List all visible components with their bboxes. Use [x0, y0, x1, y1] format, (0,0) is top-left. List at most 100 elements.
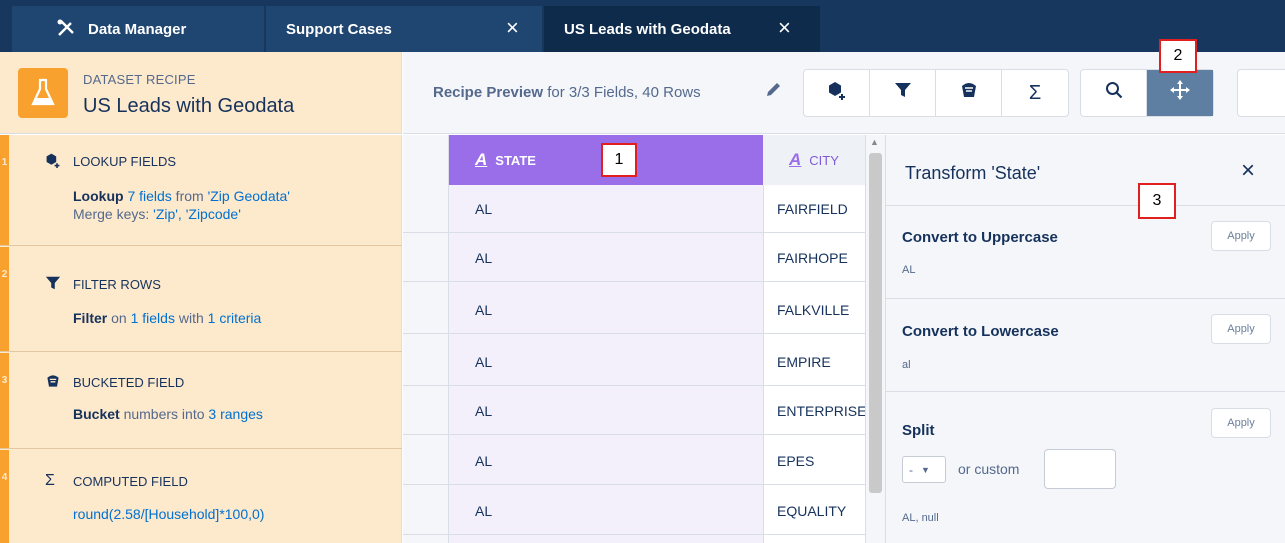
bucket-icon [959, 80, 979, 106]
sigma-icon: Σ [45, 472, 55, 489]
table-row[interactable]: AL EPES [403, 437, 865, 485]
sigma-icon: Σ [1028, 81, 1042, 104]
table-row[interactable]: AL FALKVILLE [403, 286, 865, 334]
divider [886, 391, 1285, 392]
recipe-preview-label: Recipe Preview for 3/3 Fields, 40 Rows [433, 84, 701, 101]
step-lookup-fields[interactable]: 1 LOOKUP FIELDS Lookup 7 fields from 'Zi… [0, 135, 402, 246]
step-merge-keys: Merge keys: 'Zip', 'Zipcode' [73, 206, 241, 222]
lowercase-example: al [902, 359, 911, 371]
recipe-toolbar: Recipe Preview for 3/3 Fields, 40 Rows Σ [403, 52, 1285, 134]
step-title: COMPUTED FIELD [73, 474, 188, 489]
cell-city: EQUALITY [777, 503, 847, 519]
pencil-icon[interactable] [765, 80, 783, 103]
recipe-header: DATASET RECIPE US Leads with Geodata [0, 52, 402, 134]
callout-marker: 2 [1159, 39, 1197, 73]
table-row[interactable]: AL EQUALITY [403, 487, 865, 535]
transform-tools-group: Σ [803, 69, 1069, 117]
lookup-icon [45, 152, 61, 171]
step-title: FILTER ROWS [73, 277, 161, 292]
transform-panel: Transform 'State' × Convert to Uppercase… [885, 135, 1285, 543]
scroll-up-icon[interactable]: ▲ [870, 137, 879, 147]
text-type-icon: A [789, 150, 802, 169]
close-icon[interactable]: × [1241, 157, 1255, 185]
cell-city: EPES [777, 453, 815, 469]
cell-city: EMPIRE [777, 354, 831, 370]
table-row[interactable]: AL FAIRFIELD [403, 185, 865, 233]
chevron-down-icon: ▼ [921, 464, 930, 475]
step-bucketed-field[interactable]: 3 BUCKETED FIELD Bucket numbers into 3 r… [0, 353, 402, 449]
transform-panel-title: Transform 'State' [905, 163, 1041, 183]
cell-city: FALKVILLE [777, 302, 850, 318]
step-number: 4 [0, 450, 9, 543]
lowercase-label: Convert to Lowercase [902, 323, 1059, 340]
cell-city: FAIRFIELD [777, 201, 848, 217]
cell-city: FAIRHOPE [777, 250, 848, 266]
table-row[interactable]: AL ENTERPRISE [403, 387, 865, 435]
filter-icon [45, 275, 61, 294]
cell-city: ENTERPRISE [777, 403, 865, 419]
apply-uppercase-button[interactable]: Apply [1211, 221, 1271, 251]
tab-label: Support Cases [286, 20, 392, 38]
split-delimiter-select[interactable]: - ▼ [902, 456, 946, 483]
flask-icon [18, 68, 68, 118]
tab-support-cases[interactable]: Support Cases × [266, 6, 542, 52]
scroll-thumb[interactable] [869, 153, 882, 493]
uppercase-label: Convert to Uppercase [902, 229, 1058, 246]
callout-marker: 3 [1138, 183, 1176, 219]
step-description: Bucket numbers into 3 ranges [73, 406, 263, 422]
grid-scrollbar[interactable]: ▲ [865, 135, 885, 543]
or-custom-label: or custom [958, 461, 1020, 477]
recipe-kind-label: DATASET RECIPE [83, 72, 196, 87]
tools-icon [56, 18, 76, 44]
table-row[interactable]: AL EMPIRE [403, 338, 865, 386]
close-icon[interactable]: × [506, 15, 519, 41]
divider [886, 205, 1285, 206]
step-formula: round(2.58/[Household]*100,0) [73, 506, 265, 522]
extra-tools-group[interactable] [1237, 69, 1285, 117]
close-icon[interactable]: × [778, 15, 791, 41]
uppercase-example: AL [902, 264, 916, 276]
step-description: Lookup 7 fields from 'Zip Geodata' [73, 188, 290, 204]
cell-state: AL [475, 201, 493, 217]
tab-label: US Leads with Geodata [564, 20, 731, 38]
split-example: AL, null [902, 512, 939, 524]
step-number: 1 [0, 135, 9, 245]
table-row[interactable]: AL FAIRHOPE [403, 234, 865, 282]
step-filter-rows[interactable]: 2 FILTER ROWS Filter on 1 fields with 1 … [0, 247, 402, 352]
cell-state: AL [475, 503, 493, 519]
step-computed-field[interactable]: 4 Σ COMPUTED FIELD round(2.58/[Household… [0, 450, 402, 543]
cell-state: AL [475, 403, 493, 419]
app-tab-bar: Data Manager Support Cases × US Leads wi… [0, 0, 1285, 52]
tab-us-leads-geodata[interactable]: US Leads with Geodata × [544, 6, 820, 52]
move-icon [1170, 80, 1190, 106]
filter-button[interactable] [870, 70, 936, 116]
tab-label: Data Manager [88, 20, 187, 38]
step-number: 2 [0, 247, 9, 351]
apply-lowercase-button[interactable]: Apply [1211, 314, 1271, 344]
cell-state: AL [475, 250, 493, 266]
view-tools-group [1080, 69, 1214, 117]
bucket-icon [45, 373, 61, 392]
recipe-name: US Leads with Geodata [83, 95, 295, 117]
search-button[interactable] [1081, 70, 1147, 116]
custom-delimiter-input[interactable] [1044, 449, 1116, 489]
callout-marker: 1 [601, 143, 637, 177]
step-description: Filter on 1 fields with 1 criteria [73, 310, 262, 326]
step-title: BUCKETED FIELD [73, 375, 185, 390]
apply-split-button[interactable]: Apply [1211, 408, 1271, 438]
bucket-button[interactable] [936, 70, 1002, 116]
search-icon [1105, 81, 1123, 105]
tab-data-manager[interactable]: Data Manager [12, 6, 264, 52]
split-label: Split [902, 422, 935, 439]
move-button[interactable] [1147, 70, 1213, 116]
formula-button[interactable]: Σ [1002, 70, 1068, 116]
text-type-icon: A [475, 150, 488, 169]
data-preview-grid: A STATE A CITY AL FAIRFIELD AL FAIRHOPE … [403, 135, 865, 543]
step-number: 3 [0, 353, 9, 448]
step-title: LOOKUP FIELDS [73, 154, 177, 169]
column-header-city[interactable]: A CITY [763, 135, 865, 185]
recipe-steps-panel: 1 LOOKUP FIELDS Lookup 7 fields from 'Zi… [0, 135, 402, 543]
filter-icon [894, 81, 912, 105]
cell-state: AL [475, 453, 493, 469]
lookup-button[interactable] [804, 70, 870, 116]
